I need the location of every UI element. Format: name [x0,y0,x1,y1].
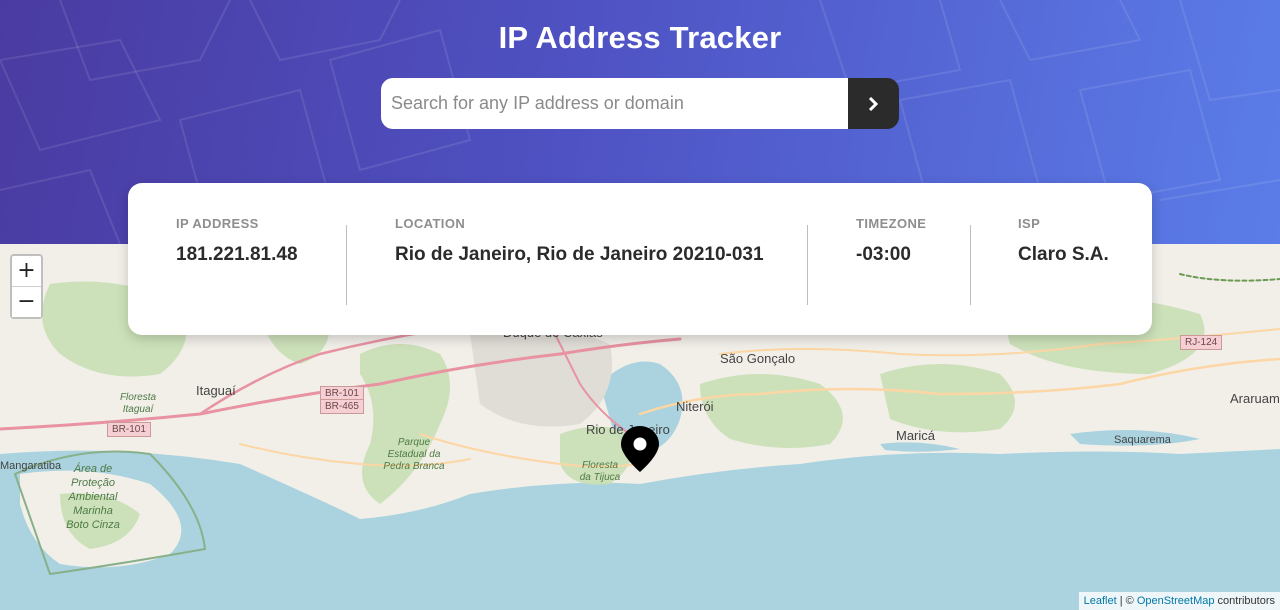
location-field: LOCATION Rio de Janeiro, Rio de Janeiro … [395,216,764,266]
attribution-separator: | © [1116,595,1137,607]
attribution-contributors: contributors [1214,595,1275,607]
leaflet-link[interactable]: Leaflet [1084,595,1117,607]
divider [970,225,971,305]
isp-value: Claro S.A. [1018,244,1109,265]
chevron-right-icon [868,96,879,111]
map-label-parque-estadual: Parque Estadual da Pedra Branca [383,437,445,472]
road-shield-br101-west: BR-101 [107,422,151,437]
search-input[interactable] [381,78,848,129]
map-attribution: Leaflet | © OpenStreetMap contributors [1078,592,1280,610]
map-label-floresta-tijuca: Floresta da Tijuca [579,460,621,483]
timezone-value: -03:00 [856,244,911,265]
zoom-control: + − [10,254,43,319]
map-label-saquarema: Saquarema [1114,434,1171,446]
search-submit-button[interactable] [848,78,899,129]
map-label-floresta-itaguai: Floresta Itaguaí [119,392,157,415]
ip-info-card: IP ADDRESS 181.221.81.48 LOCATION Rio de… [128,183,1152,335]
map-label-area-protecao: Área de Proteção Ambiental Marinha Boto … [66,463,120,531]
location-label: LOCATION [395,216,466,231]
ip-address-label: IP ADDRESS [176,216,259,231]
isp-field: ISP Claro S.A. [1018,216,1109,266]
map-pin-icon [621,426,659,472]
location-marker[interactable] [621,426,659,477]
location-value: Rio de Janeiro, Rio de Janeiro 20210-031 [395,244,764,265]
osm-link[interactable]: OpenStreetMap [1137,595,1215,607]
ip-address-value: 181.221.81.48 [176,244,298,265]
map-label-araruama: Araruam [1230,391,1280,406]
map-label-marica: Maricá [896,428,936,443]
divider [807,225,808,305]
zoom-out-button[interactable]: − [12,287,41,317]
map-label-niteroi: Niterói [676,399,714,414]
zoom-in-button[interactable]: + [12,256,41,287]
timezone-label: TIMEZONE [856,216,927,231]
ip-address-field: IP ADDRESS 181.221.81.48 [176,216,298,266]
divider [346,225,347,305]
map-label-mangaratiba: Mangaratiba [0,460,62,472]
timezone-field: TIMEZONE -03:00 [856,216,926,266]
search-bar [381,78,899,129]
map-label-sao-goncalo: São Gonçalo [720,351,796,366]
page-title: IP Address Tracker [498,20,782,55]
road-shield-rj124: RJ-124 [1180,335,1223,350]
map-label-itaguai: Itaguaí [196,383,236,398]
road-shield-br465: BR-465 [320,399,364,414]
isp-label: ISP [1018,216,1041,231]
